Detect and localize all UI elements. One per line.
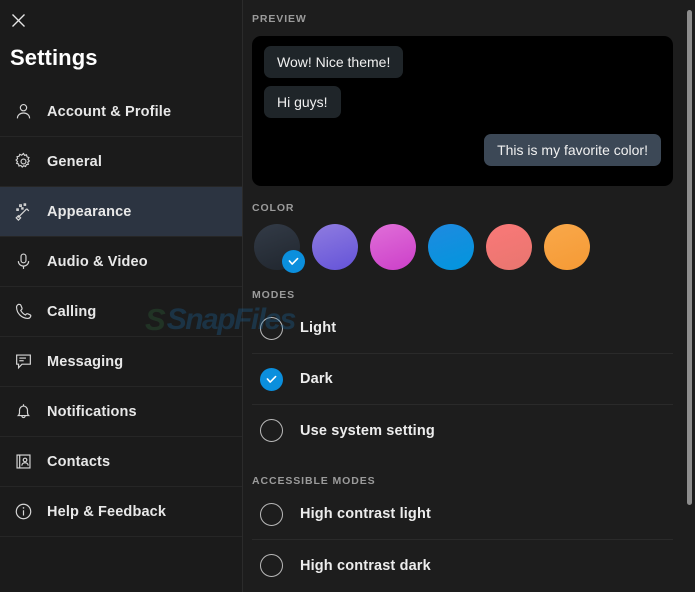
accessible-mode-option-label: High contrast dark xyxy=(300,557,431,574)
sidebar-item-account-profile[interactable]: Account & Profile xyxy=(0,87,242,137)
info-circle-icon xyxy=(8,497,38,527)
accessible-mode-option-label: High contrast light xyxy=(300,506,431,522)
radio-button[interactable] xyxy=(260,554,283,577)
preview-message-row: This is my favorite color! xyxy=(264,134,661,167)
sidebar-item-help-feedback[interactable]: Help & Feedback xyxy=(0,487,242,537)
microphone-icon xyxy=(8,247,38,277)
sidebar-item-contacts[interactable]: Contacts xyxy=(0,437,242,487)
mode-option-dark[interactable]: Dark xyxy=(252,354,673,405)
theme-preview-panel: Wow! Nice theme! Hi guys! This is my fav… xyxy=(252,36,673,186)
accessible-mode-option-high-contrast-light[interactable]: High contrast light xyxy=(252,489,673,540)
close-icon[interactable] xyxy=(5,7,31,33)
sidebar-item-label: Appearance xyxy=(47,203,132,220)
chat-bubble-icon xyxy=(8,347,38,377)
sidebar-item-label: Calling xyxy=(47,303,97,320)
check-icon xyxy=(282,250,305,273)
sidebar-item-label: Contacts xyxy=(47,453,111,470)
color-section-label: COLOR xyxy=(252,202,295,214)
radio-button[interactable] xyxy=(260,367,283,391)
mode-option-use-system-setting[interactable]: Use system setting xyxy=(252,405,673,456)
sidebar-item-label: Help & Feedback xyxy=(47,503,167,520)
color-swatch-slate[interactable] xyxy=(254,224,305,273)
sidebar-item-notifications[interactable]: Notifications xyxy=(0,387,242,437)
radio-button[interactable] xyxy=(260,316,283,340)
sidebar-item-calling[interactable]: Calling xyxy=(0,287,242,337)
color-swatch-purple[interactable] xyxy=(312,224,358,270)
page-title: Settings xyxy=(10,45,98,70)
accessible-mode-option-high-contrast-dark[interactable]: High contrast dark xyxy=(252,540,673,591)
mode-option-label: Dark xyxy=(300,371,333,387)
sidebar-item-label: Account & Profile xyxy=(47,103,172,120)
settings-window: Settings Account & Profile General Appea… xyxy=(0,0,695,592)
preview-message-row: Wow! Nice theme! xyxy=(264,46,661,79)
bell-icon xyxy=(8,397,38,427)
gear-icon xyxy=(8,147,38,177)
accessible-modes-section-label: ACCESSIBLE MODES xyxy=(252,475,376,487)
modes-option-list: Light Dark Use system setting xyxy=(252,303,673,456)
preview-message-row: Hi guys! xyxy=(264,86,661,119)
sidebar: Settings Account & Profile General Appea… xyxy=(0,0,243,592)
phone-icon xyxy=(8,297,38,327)
sidebar-item-appearance[interactable]: Appearance xyxy=(0,187,242,237)
sidebar-item-general[interactable]: General xyxy=(0,137,242,187)
color-swatch-blue[interactable] xyxy=(428,224,474,270)
scrollbar-thumb[interactable] xyxy=(687,10,692,505)
appearance-settings-pane: PREVIEW Wow! Nice theme! Hi guys! This i… xyxy=(243,0,695,592)
color-swatch-orange[interactable] xyxy=(544,224,590,270)
radio-button[interactable] xyxy=(260,419,283,442)
mode-option-label: Light xyxy=(300,320,337,336)
sidebar-item-messaging[interactable]: Messaging xyxy=(0,337,242,387)
accessible-modes-option-list: High contrast light High contrast dark xyxy=(252,489,673,591)
chat-bubble-incoming: Hi guys! xyxy=(264,86,341,119)
sidebar-item-audio-video[interactable]: Audio & Video xyxy=(0,237,242,287)
sidebar-item-label: Messaging xyxy=(47,353,124,370)
color-swatch-red[interactable] xyxy=(486,224,532,270)
mode-option-light[interactable]: Light xyxy=(252,303,673,354)
modes-section-label: MODES xyxy=(252,289,296,301)
sidebar-nav: Account & Profile General Appearance Aud… xyxy=(0,87,242,537)
chat-bubble-outgoing: This is my favorite color! xyxy=(484,134,661,167)
magic-wand-icon xyxy=(8,197,38,227)
sidebar-item-label: General xyxy=(47,153,103,170)
person-icon xyxy=(8,97,38,127)
radio-button[interactable] xyxy=(260,502,283,526)
color-swatch-list xyxy=(252,224,673,273)
contact-card-icon xyxy=(8,447,38,477)
sidebar-item-label: Audio & Video xyxy=(47,253,148,270)
color-swatch-magenta[interactable] xyxy=(370,224,416,270)
sidebar-item-label: Notifications xyxy=(47,403,137,420)
mode-option-label: Use system setting xyxy=(300,422,435,439)
preview-section-label: PREVIEW xyxy=(252,13,307,25)
chat-bubble-incoming: Wow! Nice theme! xyxy=(264,46,404,79)
